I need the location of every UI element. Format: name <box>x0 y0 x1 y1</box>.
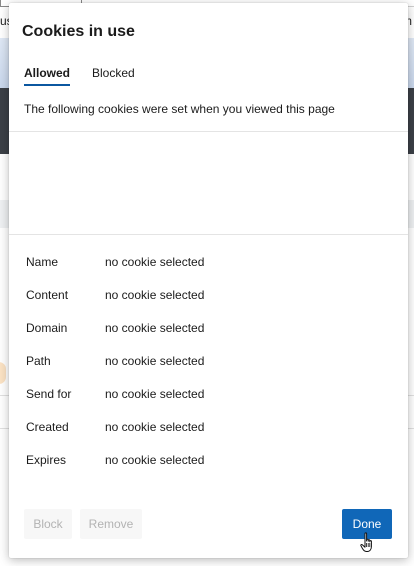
detail-value: no cookie selected <box>105 255 205 269</box>
detail-row-name: Name no cookie selected <box>26 255 396 288</box>
dialog-title: Cookies in use <box>22 23 135 40</box>
cookie-tabs: Allowed Blocked <box>24 65 135 89</box>
tab-blocked[interactable]: Blocked <box>92 65 135 84</box>
detail-label: Name <box>26 255 59 269</box>
detail-label: Domain <box>26 321 68 335</box>
block-button[interactable]: Block <box>24 509 72 539</box>
detail-label: Content <box>26 288 69 302</box>
detail-value: no cookie selected <box>105 354 205 368</box>
cookie-list[interactable] <box>9 131 408 235</box>
detail-value: no cookie selected <box>105 288 205 302</box>
detail-label: Created <box>26 420 69 434</box>
detail-row-created: Created no cookie selected <box>26 420 396 453</box>
detail-value: no cookie selected <box>105 321 205 335</box>
detail-label: Expires <box>26 453 67 467</box>
detail-row-content: Content no cookie selected <box>26 288 396 321</box>
detail-row-expires: Expires no cookie selected <box>26 453 396 486</box>
detail-value: no cookie selected <box>105 453 205 467</box>
cookie-details: Name no cookie selected Content no cooki… <box>26 255 396 486</box>
detail-row-path: Path no cookie selected <box>26 354 396 387</box>
detail-value: no cookie selected <box>105 387 205 401</box>
hand-cursor-icon <box>360 532 372 552</box>
detail-value: no cookie selected <box>105 420 205 434</box>
detail-label: Path <box>26 354 51 368</box>
detail-row-domain: Domain no cookie selected <box>26 321 396 354</box>
detail-label: Send for <box>26 387 72 401</box>
cookies-dialog: Cookies in use Allowed Blocked The follo… <box>9 3 408 558</box>
dialog-description: The following cookies were set when you … <box>24 102 335 116</box>
background-badge <box>0 362 6 384</box>
detail-row-send-for: Send for no cookie selected <box>26 387 396 420</box>
remove-button[interactable]: Remove <box>80 509 142 539</box>
tab-allowed[interactable]: Allowed <box>24 65 71 86</box>
